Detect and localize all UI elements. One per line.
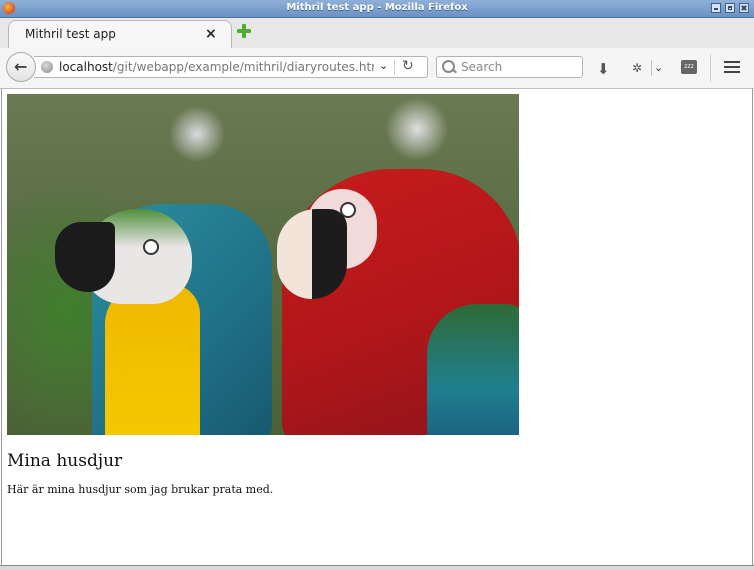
blue-macaw-chest [105, 284, 200, 435]
page-heading: Mina husdjur [7, 451, 123, 471]
tab-mithril-test-app[interactable]: Mithril test app × [8, 20, 232, 50]
back-arrow-icon: ← [14, 57, 28, 76]
download-icon[interactable]: ⬇ [597, 60, 610, 78]
extension-divider [651, 60, 652, 76]
maximize-button[interactable] [725, 3, 735, 13]
tab-label: Mithril test app [25, 27, 116, 41]
tab-sleep-icon[interactable]: zzz [681, 60, 697, 74]
menu-divider [710, 54, 711, 82]
close-window-button[interactable] [739, 3, 749, 13]
tab-close-icon[interactable]: × [205, 26, 217, 42]
new-tab-plus-icon[interactable] [237, 24, 251, 38]
search-icon [442, 60, 455, 73]
window-title-bar: Mithril test app - Mozilla Firefox [0, 0, 754, 18]
page-paragraph: Här är mina husdjur som jag brukar prata… [7, 483, 274, 496]
url-text[interactable]: localhost/git/webapp/example/mithril/dia… [59, 60, 374, 74]
red-macaw-eye [340, 202, 356, 218]
parrots-photo [7, 94, 519, 435]
red-macaw-beak [277, 209, 347, 299]
hamburger-menu-icon[interactable] [724, 61, 740, 73]
search-placeholder: Search [461, 60, 503, 74]
url-divider [394, 60, 395, 75]
reload-icon[interactable]: ↻ [402, 58, 414, 74]
url-host: localhost [59, 60, 113, 74]
url-bar[interactable]: localhost/git/webapp/example/mithril/dia… [34, 56, 428, 78]
url-path: /git/webapp/example/mithril/diaryroutes.… [112, 60, 374, 74]
extension-icon[interactable]: ✲ [632, 61, 642, 75]
minimize-button[interactable] [711, 3, 721, 13]
red-macaw-wing [427, 304, 519, 435]
window-title: Mithril test app - Mozilla Firefox [286, 2, 468, 13]
window-bottom-edge [0, 565, 754, 570]
extension-dropdown-icon[interactable]: ⌄ [654, 61, 663, 74]
blue-macaw-eye [143, 239, 159, 255]
globe-icon [41, 61, 53, 73]
tab-strip: Mithril test app × [0, 18, 754, 50]
page-content: Mina husdjur Här är mina husdjur som jag… [1, 89, 753, 565]
search-input[interactable]: Search [436, 56, 583, 78]
back-button[interactable]: ← [6, 52, 36, 82]
url-history-dropdown-icon[interactable]: ⌄ [379, 59, 388, 72]
blue-macaw-beak [55, 222, 115, 292]
navigation-toolbar: localhost/git/webapp/example/mithril/dia… [0, 48, 754, 89]
